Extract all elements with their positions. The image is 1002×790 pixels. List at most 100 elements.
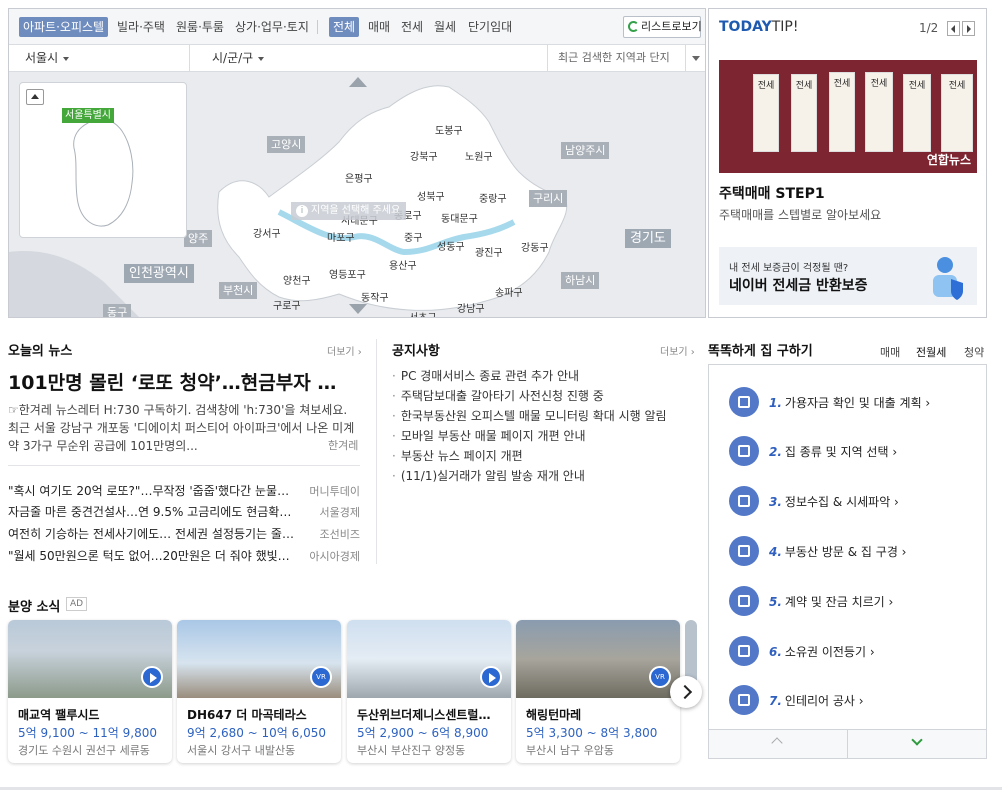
how-step-label: 3. 정보수집 & 시세파악 › bbox=[769, 493, 899, 510]
tab-deal-all[interactable]: 전체 bbox=[329, 17, 360, 37]
shield-person-icon bbox=[933, 257, 963, 300]
region-label-gyeonggi[interactable]: 경기도 bbox=[625, 229, 671, 248]
notice-item[interactable]: PC 경매서비스 종료 관련 추가 안내 bbox=[392, 367, 579, 384]
district-gangdong[interactable]: 강동구 bbox=[521, 239, 549, 254]
district-seongbuk[interactable]: 성북구 bbox=[417, 188, 445, 203]
region-label-yangju[interactable]: 양주 bbox=[184, 230, 213, 247]
district-yeongdeungpo[interactable]: 영등포구 bbox=[329, 266, 366, 281]
tip-image-card: 전세 bbox=[903, 74, 931, 152]
minimap-collapse-button[interactable] bbox=[26, 89, 44, 105]
chevron-up-icon[interactable] bbox=[771, 737, 783, 749]
chevron-down-icon[interactable] bbox=[911, 734, 923, 746]
district-dongjak[interactable]: 동작구 bbox=[361, 289, 389, 304]
list-view-button[interactable]: 리스트로보기 bbox=[623, 16, 702, 38]
district-songpa[interactable]: 송파구 bbox=[495, 284, 523, 299]
play-icon[interactable] bbox=[141, 666, 163, 688]
district-select[interactable]: 시/군/구 bbox=[212, 45, 265, 71]
notice-item[interactable]: 모바일 부동산 매물 페이지 개편 안내 bbox=[392, 427, 586, 444]
region-label-incheon[interactable]: 인천광역시 bbox=[124, 264, 194, 283]
document-icon bbox=[729, 636, 759, 666]
region-label-goyang[interactable]: 고양시 bbox=[267, 136, 306, 153]
chevron-down-icon[interactable] bbox=[685, 45, 705, 71]
news-item[interactable]: "혹시 여기도 20억 로또?"…무작정 '줍줍'했다간 눈물… 머니투데이 bbox=[8, 482, 360, 502]
presale-name: 두산위브더제니스센트럴… bbox=[357, 708, 491, 722]
news-headline[interactable]: 101만명 몰린 ‘로또 청약’…현금부자 … bbox=[8, 368, 358, 395]
tab-oneroom[interactable]: 원룸·투룸 bbox=[172, 17, 228, 37]
map-scroll-up-icon[interactable] bbox=[349, 77, 367, 87]
region-label-namyangju[interactable]: 남양주시 bbox=[561, 142, 610, 159]
minimap-seoul-tag[interactable]: 서울특별시 bbox=[62, 108, 114, 123]
presale-location: 경기도 수원시 권선구 세류동 bbox=[18, 744, 150, 757]
how-step-label: 5. 계약 및 잔금 치르기 › bbox=[769, 593, 893, 610]
news-more-link[interactable]: 더보기 › bbox=[327, 343, 362, 358]
presale-card[interactable]: 매교역 팰루시드 5억 9,100 ~ 11억 9,800 경기도 수원시 권선… bbox=[8, 620, 172, 763]
district-yongsan[interactable]: 용산구 bbox=[389, 257, 417, 272]
map-tooltip: 지역을 선택해 주세요 bbox=[291, 202, 407, 220]
banner-subtitle: 내 전세 보증금이 걱정될 땐? bbox=[729, 263, 849, 274]
banner-title: 네이버 전세금 반환보증 bbox=[729, 278, 868, 294]
news-item[interactable]: "월세 50만원으론 턱도 없어…20만원은 더 줘야 했빛… 아시아경제 bbox=[8, 547, 360, 567]
news-divider bbox=[8, 465, 360, 466]
news-item[interactable]: 여전히 기승하는 전세사기에도… 전세권 설정등기는 줄… 조선비즈 bbox=[8, 525, 360, 545]
carousel-next-button[interactable] bbox=[670, 676, 702, 708]
how-step-text: 가용자금 확인 및 대출 계획 › bbox=[784, 396, 931, 410]
district-nowon[interactable]: 노원구 bbox=[465, 148, 493, 163]
notice-item[interactable]: 주택담보대출 갈아타기 사전신청 진행 중 bbox=[392, 387, 604, 404]
news-item[interactable]: 자금줄 마른 중견건설사…연 9.5% 고금리에도 현금확… 서울경제 bbox=[8, 503, 360, 523]
district-mapo[interactable]: 마포구 bbox=[327, 229, 355, 244]
tab-commercial[interactable]: 상가·업무·토지 bbox=[231, 17, 313, 37]
district-seocho[interactable]: 서초구 bbox=[409, 309, 437, 317]
map-scroll-down-icon[interactable] bbox=[349, 304, 367, 314]
district-dobong[interactable]: 도봉구 bbox=[435, 122, 463, 137]
presale-location: 서울시 강서구 내발산동 bbox=[187, 744, 296, 757]
district-eunpyeong[interactable]: 은평구 bbox=[345, 170, 373, 185]
region-label-hanam[interactable]: 하남시 bbox=[561, 272, 600, 289]
tab-villa[interactable]: 빌라·주택 bbox=[113, 17, 169, 37]
region-label-bucheon[interactable]: 부천시 bbox=[219, 282, 258, 299]
vr-icon[interactable]: VR bbox=[649, 666, 671, 688]
how-nav-divider bbox=[847, 730, 848, 759]
district-gangseo[interactable]: 강서구 bbox=[253, 225, 281, 240]
tab-deal-sale[interactable]: 매매 bbox=[364, 17, 394, 37]
recent-search-label: 최근 검색한 지역과 단지 bbox=[558, 51, 670, 64]
tab-deal-jeonse[interactable]: 전세 bbox=[397, 17, 427, 37]
presale-card[interactable]: VR DH647 더 마곡테라스 9억 2,680 ~ 10억 6,050 서울… bbox=[177, 620, 341, 763]
tip-description[interactable]: 주택매매를 스텝별로 알아보세요 bbox=[719, 206, 881, 223]
tip-pagination: 1/2 bbox=[919, 21, 939, 35]
district-jungnang[interactable]: 중랑구 bbox=[479, 190, 507, 205]
district-guro[interactable]: 구로구 bbox=[273, 297, 301, 312]
district-gangbuk[interactable]: 강북구 bbox=[410, 148, 438, 163]
notice-item[interactable]: (11/1)실거래가 알림 발송 재개 안내 bbox=[392, 467, 585, 484]
how-tab-subscription[interactable]: 청약 bbox=[964, 344, 984, 360]
vr-icon[interactable]: VR bbox=[310, 666, 332, 688]
region-label-donggu[interactable]: 동구 bbox=[103, 304, 132, 317]
tip-image[interactable]: 전세 전세 전세 전세 전세 전세 연합뉴스 bbox=[719, 60, 977, 173]
notice-item[interactable]: 한국부동산원 오피스텔 매물 모니터링 확대 시행 알림 bbox=[392, 407, 667, 424]
how-tab-rent[interactable]: 전월세 bbox=[916, 344, 946, 360]
district-gangnam[interactable]: 강남구 bbox=[457, 300, 485, 315]
district-gwangjin[interactable]: 광진구 bbox=[475, 244, 503, 259]
presale-card[interactable]: VR 해링턴마레 5억 3,300 ~ 8억 3,800 부산시 남구 우암동 bbox=[516, 620, 680, 763]
jeonse-guarantee-banner[interactable]: 내 전세 보증금이 걱정될 땐? 네이버 전세금 반환보증 bbox=[719, 247, 977, 305]
tip-next-button[interactable] bbox=[962, 21, 975, 36]
notice-item[interactable]: 부동산 뉴스 페이지 개편 bbox=[392, 447, 523, 464]
minimap[interactable]: 서울특별시 bbox=[19, 82, 187, 238]
district-yangcheon[interactable]: 양천구 bbox=[283, 272, 311, 287]
region-label-guri[interactable]: 구리시 bbox=[529, 190, 568, 207]
city-select[interactable]: 서울시 bbox=[25, 45, 70, 71]
play-icon[interactable] bbox=[480, 666, 502, 688]
recent-search-select[interactable]: 최근 검색한 지역과 단지 bbox=[547, 45, 705, 71]
news-body[interactable]: ☞한겨레 뉴스레터 H:730 구독하기. 검색창에 'h:730'을 쳐보세요… bbox=[8, 401, 360, 455]
district-jung[interactable]: 중구 bbox=[404, 229, 422, 244]
tab-deal-monthly[interactable]: 월세 bbox=[430, 17, 460, 37]
region-map[interactable]: 고양시 남양주시 구리시 인천광역시 부천시 하남시 경기도 동구 양주 도봉구… bbox=[9, 72, 705, 317]
presale-card[interactable]: 두산위브더제니스센트럴… 5억 2,900 ~ 6억 8,900 부산시 부산진… bbox=[347, 620, 511, 763]
tab-apartment[interactable]: 아파트·오피스텔 bbox=[19, 17, 109, 37]
how-tab-sale[interactable]: 매매 bbox=[880, 344, 900, 360]
district-seongdong[interactable]: 성동구 bbox=[437, 238, 465, 253]
district-dongdaemun[interactable]: 동대문구 bbox=[441, 210, 478, 225]
tip-title[interactable]: 주택매매 STEP1 bbox=[719, 183, 825, 203]
tip-prev-button[interactable] bbox=[947, 21, 960, 36]
notice-more-link[interactable]: 더보기 › bbox=[660, 343, 695, 358]
tab-deal-short[interactable]: 단기임대 bbox=[464, 17, 516, 37]
